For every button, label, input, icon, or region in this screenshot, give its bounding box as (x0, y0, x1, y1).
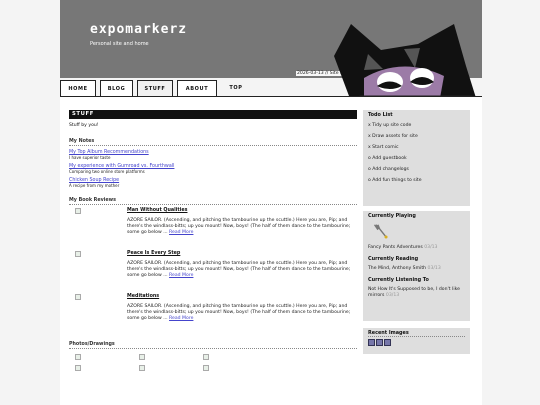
review-text: AZORE SAILOR. (Ascending, and pitching t… (127, 304, 351, 321)
broken-image-icon (75, 208, 81, 214)
todo-item: o Add changelogs (368, 167, 409, 172)
photo-grid (69, 354, 357, 371)
recent-image-thumb[interactable] (368, 339, 375, 346)
now-box: Currently Playing Fancy Pants Adventures… (363, 211, 470, 321)
review-body: AZORE SAILOR. (Ascending, and pitching t… (127, 218, 357, 236)
photo-thumb[interactable] (139, 365, 145, 371)
note-item: My experience with Gumroad vs. Fourthwal… (69, 164, 357, 174)
note-desc: I have superior taste (69, 155, 111, 160)
review-body: AZORE SAILOR. (Ascending, and pitching t… (127, 261, 357, 279)
read-more-link[interactable]: Read More (169, 316, 193, 321)
note-item: Chicken Soup Recipe A recipe from my mot… (69, 178, 357, 188)
page: expomarkerz Personal site and home 2026-… (0, 0, 540, 405)
recent-image-thumb[interactable] (376, 339, 383, 346)
playing-item: Fancy Pants Adventures 03/13 (368, 245, 465, 251)
photos-heading: Photos/Drawings (69, 342, 357, 349)
review-text: AZORE SAILOR. (Ascending, and pitching t… (127, 218, 351, 235)
todo-item: x Draw assets for site (368, 134, 418, 139)
review-title[interactable]: Man Without Qualities (127, 208, 187, 213)
page-intro: Stuff by you! (69, 123, 99, 128)
listening-item: Not How It's Supposed to be, I don't lik… (368, 287, 465, 299)
photo-thumb[interactable] (203, 354, 209, 360)
tab-home[interactable]: HOME (60, 80, 96, 96)
recent-image-thumb[interactable] (384, 339, 391, 346)
reading-heading: Currently Reading (368, 256, 419, 262)
photo-thumb[interactable] (203, 365, 209, 371)
review-title[interactable]: Peace Is Every Step (127, 251, 180, 256)
review-item: Peace Is Every Step AZORE SAILOR. (Ascen… (69, 251, 357, 291)
reviews-heading: My Book Reviews (69, 198, 357, 205)
site-title[interactable]: expomarkerz (90, 22, 187, 37)
listening-title: Not How It's Supposed to be, I don't lik… (368, 287, 460, 298)
listening-date: 03/13 (385, 293, 400, 298)
playing-date: 03/13 (424, 245, 438, 250)
photo-thumb[interactable] (75, 365, 81, 371)
reading-date: 03/13 (427, 266, 441, 271)
review-item: Man Without Qualities AZORE SAILOR. (Asc… (69, 208, 357, 248)
sidebar: Todo List x Tidy up site code x Draw ass… (363, 110, 470, 354)
review-body: AZORE SAILOR. (Ascending, and pitching t… (127, 304, 357, 322)
content-panel: STUFF Stuff by you! My Notes My Top Albu… (60, 96, 482, 405)
todo-box: Todo List x Tidy up site code x Draw ass… (363, 110, 470, 206)
tab-about[interactable]: ABOUT (177, 80, 217, 96)
review-item: Meditations AZORE SAILOR. (Ascending, an… (69, 294, 357, 334)
broken-image-icon (75, 251, 81, 257)
tab-top[interactable]: TOP (221, 80, 251, 96)
site-subtitle: Personal site and home (90, 41, 149, 47)
recent-images-heading: Recent Images (368, 330, 465, 337)
reading-title: The Mind, Anthony Smith (368, 266, 427, 271)
note-item: My Top Album Recommendations I have supe… (69, 150, 357, 160)
review-title[interactable]: Meditations (127, 294, 159, 299)
note-desc: Comparing two online store platforms (69, 169, 145, 174)
broken-image-icon (75, 294, 81, 300)
playing-title: Fancy Pants Adventures (368, 245, 423, 250)
game-fork-icon (373, 224, 388, 239)
page-heading: STUFF (69, 110, 357, 119)
nav-tabs: HOME BLOG STUFF ABOUT TOP (60, 80, 251, 97)
todo-item: o Add guestbook (368, 156, 407, 161)
recent-images-list (368, 339, 465, 346)
main-column: STUFF Stuff by you! My Notes My Top Albu… (69, 110, 357, 371)
todo-item: x Start comic (368, 145, 399, 150)
read-more-link[interactable]: Read More (169, 273, 193, 278)
reading-item: The Mind, Anthony Smith 03/13 (368, 266, 465, 272)
todo-item: x Tidy up site code (368, 123, 412, 128)
recent-images-box: Recent Images (363, 328, 470, 354)
tab-stuff[interactable]: STUFF (137, 80, 173, 97)
tab-blog[interactable]: BLOG (100, 80, 133, 96)
playing-heading: Currently Playing (368, 213, 416, 219)
photo-thumb[interactable] (75, 354, 81, 360)
note-desc: A recipe from my mother (69, 183, 120, 188)
read-more-link[interactable]: Read More (169, 230, 193, 235)
photo-thumb[interactable] (139, 354, 145, 360)
listening-heading: Currently Listening To (368, 277, 429, 283)
todo-item: o Add fun things to site (368, 178, 422, 183)
notes-heading: My Notes (69, 139, 357, 146)
todo-heading: Todo List (368, 112, 393, 118)
review-text: AZORE SAILOR. (Ascending, and pitching t… (127, 261, 351, 278)
